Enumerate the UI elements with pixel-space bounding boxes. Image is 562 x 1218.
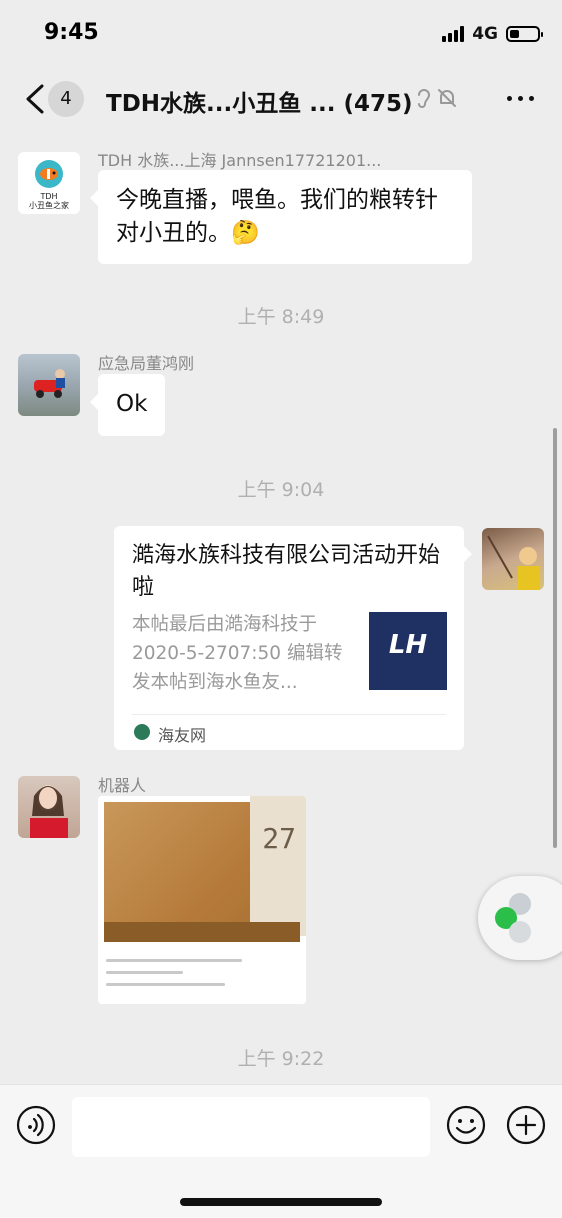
image-message[interactable]: 27 xyxy=(98,796,306,1004)
timestamp: 上午 8:49 xyxy=(237,306,325,328)
thumbnail-logo-text: LH xyxy=(388,630,428,660)
divider xyxy=(132,714,446,715)
avatar[interactable]: TDH 小丑鱼之家 xyxy=(18,152,80,214)
image-text-lines xyxy=(106,950,276,995)
signal-icon xyxy=(442,26,465,42)
message-bubble[interactable]: 今晚直播，喂鱼。我们的粮转针对小丑的。🤔 xyxy=(90,170,472,264)
avatar[interactable] xyxy=(18,776,80,838)
person-outdoor-photo xyxy=(487,535,540,590)
emoji-icon[interactable] xyxy=(446,1105,486,1145)
child-toy-car-photo xyxy=(34,369,65,398)
floating-window-widget[interactable] xyxy=(478,876,562,960)
link-title: 澔海水族科技有限公司活动开始啦 xyxy=(132,543,441,600)
link-description: 本帖最后由澔海科技于2020-5-2707:50 编辑转发本帖到海水鱼友... xyxy=(132,614,343,693)
dot-icon xyxy=(517,95,523,101)
more-options-button[interactable] xyxy=(502,86,538,110)
sender-name: 应急局董鸿刚 xyxy=(98,354,195,373)
status-bar: 9:45 4G xyxy=(0,0,562,68)
dot-icon xyxy=(506,95,512,101)
message-bubble[interactable]: Ok xyxy=(89,374,166,436)
woman-portrait-photo xyxy=(30,785,68,838)
battery-icon xyxy=(506,26,543,42)
image-date-text: 27 xyxy=(262,822,296,855)
message-input[interactable] xyxy=(72,1097,430,1157)
sender-name: 机器人 xyxy=(98,776,147,795)
group-title[interactable]: TDH水族...小丑鱼 ... (475) xyxy=(106,84,413,118)
chat-header: 4 TDH水族...小丑鱼 ... (475) xyxy=(0,68,562,132)
link-thumbnail: LH xyxy=(369,612,447,690)
earpiece-mode-icon xyxy=(418,89,431,108)
chat-history[interactable]: TDH 小丑鱼之家 TDH 水族...上海 Jannsen17721201...… xyxy=(0,132,562,1084)
timestamp: 上午 9:04 xyxy=(237,479,325,501)
status-time: 9:45 xyxy=(44,20,99,45)
network-label: 4G xyxy=(472,24,498,44)
group-name: TDH水族...小丑鱼 ... xyxy=(106,91,336,117)
timestamp: 上午 9:22 xyxy=(237,1048,325,1070)
member-count: (475) xyxy=(343,91,413,117)
image-side-panel xyxy=(250,796,306,936)
mute-notification-icon xyxy=(438,89,456,107)
dot-icon xyxy=(528,95,534,101)
link-icon xyxy=(509,921,531,943)
status-indicators: 4G xyxy=(442,24,543,44)
sender-name: TDH 水族...上海 Jannsen17721201... xyxy=(98,151,382,170)
unread-count-badge[interactable]: 4 xyxy=(48,81,84,117)
voice-input-icon[interactable] xyxy=(16,1105,56,1145)
avatar-label: TDH 小丑鱼之家 xyxy=(29,192,69,210)
link-card[interactable]: 澔海水族科技有限公司活动开始啦 本帖最后由澔海科技于2020-5-2707:50… xyxy=(114,526,472,750)
back-arrow-icon[interactable] xyxy=(20,82,50,116)
image-caption-band xyxy=(104,922,300,942)
link-source: 海友网 xyxy=(158,726,207,745)
avatar[interactable] xyxy=(18,354,80,416)
plus-icon[interactable] xyxy=(506,1105,546,1145)
home-indicator[interactable] xyxy=(180,1198,382,1206)
avatar[interactable] xyxy=(482,528,544,590)
source-icon xyxy=(134,724,150,740)
